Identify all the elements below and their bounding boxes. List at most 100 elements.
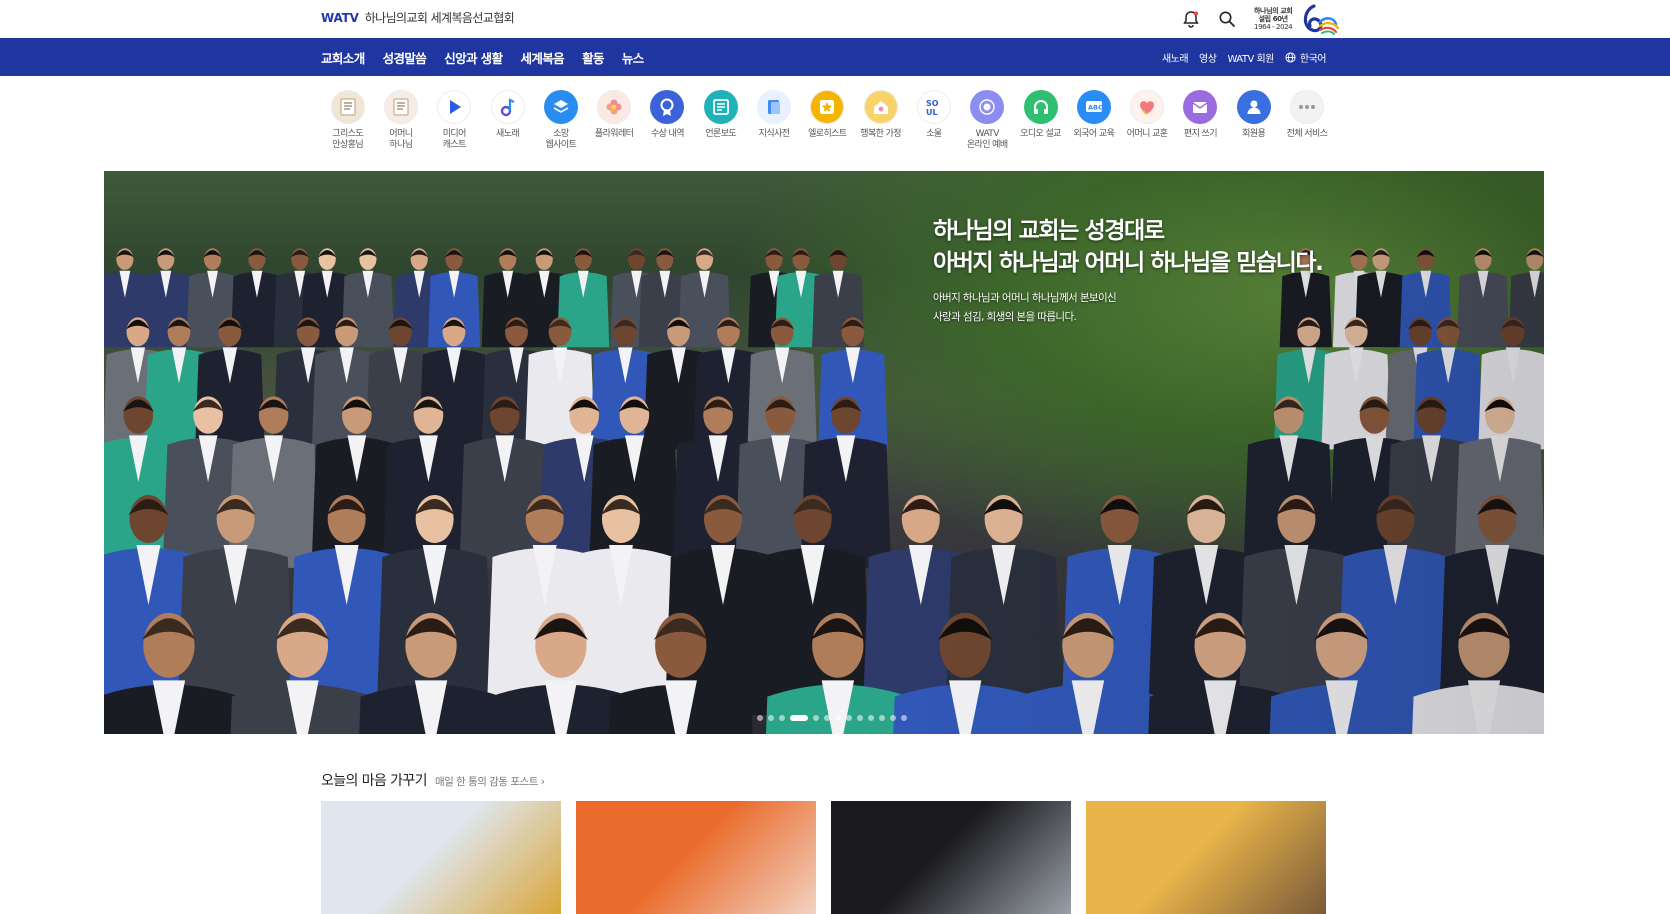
service-label: 회원용	[1242, 129, 1266, 139]
service-item[interactable]: 그리스도 안상홍님	[321, 90, 374, 151]
service-item[interactable]: 어머니 하나님	[374, 90, 427, 151]
service-item[interactable]: 전체 서비스	[1280, 90, 1333, 151]
nav-item-bible[interactable]: 성경말씀	[383, 48, 427, 67]
service-label: 엘로히스트	[808, 129, 847, 139]
service-label: 소울	[926, 129, 942, 139]
service-label: 행복한 가정	[860, 129, 901, 139]
slide-dot[interactable]	[824, 715, 830, 721]
sparrow-hands-card[interactable]	[576, 801, 816, 914]
slide-dot[interactable]	[879, 715, 885, 721]
service-label: 외국어 교육	[1073, 129, 1115, 139]
service-label: 소망 웹사이트	[545, 129, 577, 150]
nav-item-about[interactable]: 교회소개	[321, 48, 365, 67]
globe-icon	[1285, 51, 1296, 63]
slide-dot[interactable]	[835, 715, 841, 721]
utility-menu: 새노래 영상 WATV 회원 한국어	[1162, 38, 1327, 76]
slide-dot[interactable]	[779, 715, 785, 721]
hero-copy: 하나님의 교회는 성경대로 아버지 하나님과 어머니 하나님을 믿습니다. 아버…	[933, 215, 1324, 327]
stack-icon	[543, 90, 578, 124]
slide-dot[interactable]	[868, 715, 874, 721]
hero-banner[interactable]: 하나님의 교회는 성경대로 아버지 하나님과 어머니 하나님을 믿습니다. 아버…	[104, 171, 1544, 734]
service-shortcuts: 그리스도 안상홍님 어머니 하나님 미디어 캐스트 새노래 소망 웹사이트 플라워레터 수상…	[321, 90, 1334, 151]
desert-figure-card[interactable]	[1086, 801, 1326, 914]
service-item[interactable]: 지식사전	[747, 90, 800, 151]
util-video[interactable]: 영상	[1199, 50, 1217, 65]
slide-dot[interactable]	[857, 715, 863, 721]
language-selector[interactable]: 한국어	[1285, 50, 1327, 65]
service-label: 어머니 교훈	[1126, 129, 1168, 139]
hero-title-line2: 아버지 하나님과 어머니 하나님을 믿습니다.	[933, 250, 1324, 276]
slide-indicator	[757, 715, 907, 721]
section-title: 오늘의 마음 가꾸기	[321, 773, 428, 789]
service-label: 그리스도 안상홍님	[332, 129, 364, 150]
service-item[interactable]: WATV 온라인 예배	[961, 90, 1014, 151]
more-icon	[1289, 90, 1324, 124]
util-member[interactable]: WATV 회원	[1227, 50, 1274, 65]
slide-dot[interactable]	[890, 715, 896, 721]
online-worship-icon	[970, 90, 1005, 124]
service-item[interactable]: 회원용	[1227, 90, 1280, 151]
anniversary-text: 하나님의 교회 설립 60년 1964 - 2024	[1254, 7, 1293, 31]
music-note-icon	[490, 90, 525, 124]
star-icon	[810, 90, 845, 124]
service-item[interactable]: 새노래	[481, 90, 534, 151]
anniversary-logo[interactable]: 하나님의 교회 설립 60년 1964 - 2024	[1254, 2, 1342, 36]
service-label: 오디오 설교	[1020, 129, 1061, 139]
slide-dot[interactable]	[846, 715, 852, 721]
hero-subtitle: 아버지 하나님과 어머니 하나님께서 본보이신 사랑과 섬김, 희생의 본을 따…	[933, 289, 1322, 327]
hero-sub-line1: 아버지 하나님과 어머니 하나님께서 본보이신	[933, 292, 1117, 304]
service-item[interactable]: 행복한 가정	[854, 90, 907, 151]
hero-title-line1: 하나님의 교회는 성경대로	[933, 218, 1165, 244]
hero-title: 하나님의 교회는 성경대로 아버지 하나님과 어머니 하나님을 믿습니다.	[933, 215, 1324, 279]
service-item[interactable]: 엘로히스트	[801, 90, 854, 151]
chevron-right-icon: ›	[540, 776, 545, 788]
service-item[interactable]: 어머니 교훈	[1120, 90, 1173, 151]
site-logo[interactable]: WATV 하나님의교회 세계복음선교협회	[321, 9, 515, 26]
church-name[interactable]: 하나님의교회 세계복음선교협회	[365, 9, 515, 26]
service-item[interactable]: ABC 외국어 교육	[1067, 90, 1120, 151]
slide-dot[interactable]	[757, 715, 763, 721]
service-item[interactable]: 편지 쓰기	[1174, 90, 1227, 151]
header-tools: 하나님의 교회 설립 60년 1964 - 2024	[1180, 0, 1342, 38]
headphones-icon	[1023, 90, 1058, 124]
sixty-emblem-icon	[1304, 4, 1340, 35]
slide-dot[interactable]	[813, 715, 819, 721]
section-more-link[interactable]: 매일 한 통의 감동 포스트 ›	[435, 774, 545, 789]
service-item[interactable]: 소망 웹사이트	[534, 90, 587, 151]
service-item[interactable]: 언론보도	[694, 90, 747, 151]
search-icon[interactable]	[1216, 8, 1238, 30]
sword-card[interactable]	[831, 801, 1071, 914]
slide-dot[interactable]	[768, 715, 774, 721]
util-new-song[interactable]: 새노래	[1162, 50, 1189, 65]
nav-item-faith-life[interactable]: 신앙과 생활	[444, 48, 503, 67]
woman-phone-card[interactable]	[321, 801, 561, 914]
svg-text:ABC: ABC	[1088, 104, 1103, 112]
main-menu: 교회소개 성경말씀 신앙과 생활 세계복음 활동 뉴스	[321, 38, 644, 76]
slide-dot[interactable]	[901, 715, 907, 721]
user-icon	[1236, 90, 1271, 124]
service-label: 편지 쓰기	[1183, 129, 1218, 139]
svg-text:SO: SO	[926, 99, 939, 108]
nav-item-activities[interactable]: 활동	[582, 48, 604, 67]
service-item[interactable]: SO UL 소울	[907, 90, 960, 151]
mail-icon	[1183, 90, 1218, 124]
service-item[interactable]: 플라워레터	[587, 90, 640, 151]
slide-dot[interactable]	[790, 715, 808, 721]
service-label: WATV 온라인 예배	[966, 129, 1008, 150]
service-item[interactable]: 미디어 캐스트	[428, 90, 481, 151]
watv-logo-text[interactable]: WATV	[321, 11, 359, 25]
service-item[interactable]: 오디오 설교	[1014, 90, 1067, 151]
service-label: 언론보도	[705, 129, 737, 139]
service-label: 전체 서비스	[1286, 129, 1328, 139]
book-icon	[383, 90, 418, 124]
award-icon	[650, 90, 685, 124]
service-label: 플라워레터	[594, 129, 634, 139]
section-more-label: 매일 한 통의 감동 포스트	[434, 776, 538, 788]
nav-item-world-gospel[interactable]: 세계복음	[520, 48, 564, 67]
service-label: 지식사전	[758, 129, 790, 139]
nav-item-news[interactable]: 뉴스	[622, 48, 644, 67]
house-icon	[863, 90, 898, 124]
book-icon	[330, 90, 365, 124]
bell-icon[interactable]	[1180, 8, 1202, 30]
service-item[interactable]: 수상 내역	[641, 90, 694, 151]
